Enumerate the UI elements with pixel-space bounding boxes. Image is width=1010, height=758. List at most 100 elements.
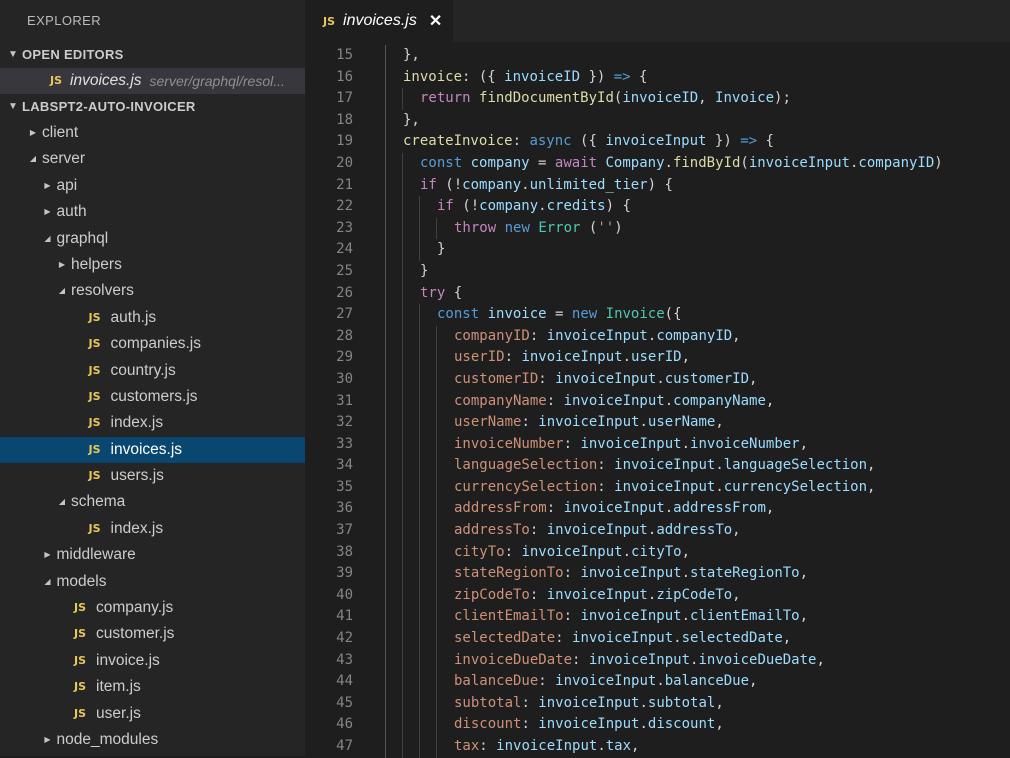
tree-file[interactable]: JS auth.js [0, 305, 305, 331]
line-number: 16 [336, 68, 353, 85]
code-token: company [479, 198, 539, 215]
indent-guide [385, 390, 386, 413]
tree-folder[interactable]: ▶ client [0, 120, 305, 146]
code-token: => [740, 133, 758, 150]
indent-guide [436, 433, 437, 456]
tree-file[interactable]: JS users.js [0, 463, 305, 489]
line-number: 41 [336, 608, 353, 625]
code-text: languageSelection: invoiceInput.language… [454, 455, 875, 477]
tree-file[interactable]: JS user.js [0, 701, 305, 727]
code-token: zipCodeTo [454, 586, 530, 603]
code-token: }) [706, 133, 741, 150]
js-file-icon: JS [74, 601, 87, 615]
code-token: stateRegionTo [454, 565, 564, 582]
indent-guide [385, 325, 386, 348]
tree-folder[interactable]: ▶ api [0, 173, 305, 199]
code-token: : [597, 457, 615, 474]
indent-guide [385, 628, 386, 650]
js-file-icon: JS [88, 337, 101, 351]
tree-item-label: index.js [110, 414, 164, 432]
chevron-down-icon: ▼ [8, 49, 19, 60]
code-editor[interactable]: 15}, 16 invoice: ({ invoiceID }) => {17 ret… [305, 45, 1010, 758]
indent-guide [385, 671, 386, 693]
tree-file[interactable]: JS companies.js [0, 331, 305, 357]
code-token: invoiceInput [538, 414, 640, 431]
tree-item-label: server [42, 150, 86, 168]
tree-folder[interactable]: ◢ graphql [0, 226, 305, 252]
line-number: 36 [336, 500, 353, 517]
code-line: 17 return findDocumentById(invoiceID, Inv… [305, 88, 1010, 110]
tree-file[interactable]: JS company.js [0, 595, 305, 621]
code-token: = [546, 306, 572, 323]
line-number: 37 [336, 522, 353, 539]
tree-file[interactable]: JS item.js [0, 674, 305, 700]
tree-folder[interactable]: ◢ server [0, 146, 305, 172]
indent-guide [419, 390, 420, 413]
tree-folder[interactable]: ▶ node_modules [0, 727, 305, 753]
indent-guide [419, 563, 420, 585]
tree-folder[interactable]: ◢ models [0, 569, 305, 595]
indent-guide [402, 390, 403, 413]
code-token: . [664, 500, 674, 517]
tree-item-label: invoices.js [110, 440, 183, 458]
code-line: 44 balanceDue: invoiceInput.balanceDue, [305, 671, 1010, 693]
project-header[interactable]: ▼ LABSPT2-AUTO-INVOICER [0, 94, 305, 120]
indent-guide [436, 476, 437, 499]
project-label: LABSPT2-AUTO-INVOICER [22, 99, 196, 114]
code-token: invoiceInput [572, 630, 674, 647]
code-line: 26 try { [305, 282, 1010, 305]
tree-folder[interactable]: ◢ schema [0, 489, 305, 515]
tree-folder[interactable]: ▶ helpers [0, 252, 305, 278]
code-token: currencySelection [723, 478, 868, 495]
code-token: invoiceInput [748, 154, 850, 171]
code-token: , [698, 90, 716, 107]
js-file-icon: JS [74, 680, 87, 694]
tree-file[interactable]: JS customers.js [0, 384, 305, 410]
indent-guide [402, 563, 403, 585]
tree-file[interactable]: JS index.js [0, 516, 305, 542]
js-file-icon: JS [88, 469, 101, 483]
code-token: invoiceInput [580, 565, 682, 582]
code-line: 43 invoiceDueDate: invoiceInput.invoiceDu… [305, 649, 1010, 672]
code-text: invoiceDueDate: invoiceInput.invoiceDueD… [454, 650, 825, 672]
close-icon[interactable]: ✕ [429, 11, 442, 31]
code-token: tax [454, 738, 480, 754]
code-token: ); [774, 90, 791, 107]
indent-guide [402, 433, 403, 456]
tab-label: invoices.js [343, 12, 417, 29]
open-editor-item[interactable]: JS invoices.js server/graphql/resol... [0, 68, 305, 94]
chevron-down-icon: ◢ [44, 576, 51, 586]
code-token: . [681, 565, 691, 582]
code-token: async [529, 133, 572, 150]
tree-file[interactable]: JS index.js [0, 410, 305, 436]
open-editors-header[interactable]: ▼ OPEN EDITORS [0, 42, 305, 68]
tab-invoices-js[interactable]: JS invoices.js ✕ [305, 0, 453, 42]
code-line: 35 currencySelection: invoiceInput.curren… [305, 476, 1010, 499]
code-token: balanceDue [664, 673, 750, 690]
code-line: 29 userID: invoiceInput.userID, [305, 347, 1010, 369]
tree-folder[interactable]: ◢ resolvers [0, 278, 305, 304]
tree-item-label: graphql [56, 229, 109, 247]
tree-file[interactable]: JS invoices.js [0, 436, 305, 464]
code-token: userID [631, 349, 682, 366]
code-token: : [521, 414, 539, 431]
indent-guide [385, 476, 386, 499]
chevron-down-icon: ◢ [58, 286, 66, 296]
tree-file[interactable]: JS customer.js [0, 621, 305, 647]
code-token: : [563, 565, 581, 582]
tree-folder[interactable]: ▶ middleware [0, 542, 305, 568]
code-token: const [437, 306, 480, 323]
tree-file[interactable]: JS country.js [0, 358, 305, 384]
indent-guide [419, 649, 420, 672]
indent-guide [402, 714, 403, 736]
code-token: currencySelection [454, 478, 598, 495]
code-token: , [715, 716, 724, 733]
tree-folder[interactable]: ▶ auth [0, 199, 305, 225]
indent-guide [385, 736, 386, 758]
chevron-right-icon: ▶ [58, 259, 66, 269]
tree-item-label: client [42, 124, 79, 141]
code-token: . [681, 608, 691, 625]
tree-file[interactable]: JS invoice.js [0, 648, 305, 674]
